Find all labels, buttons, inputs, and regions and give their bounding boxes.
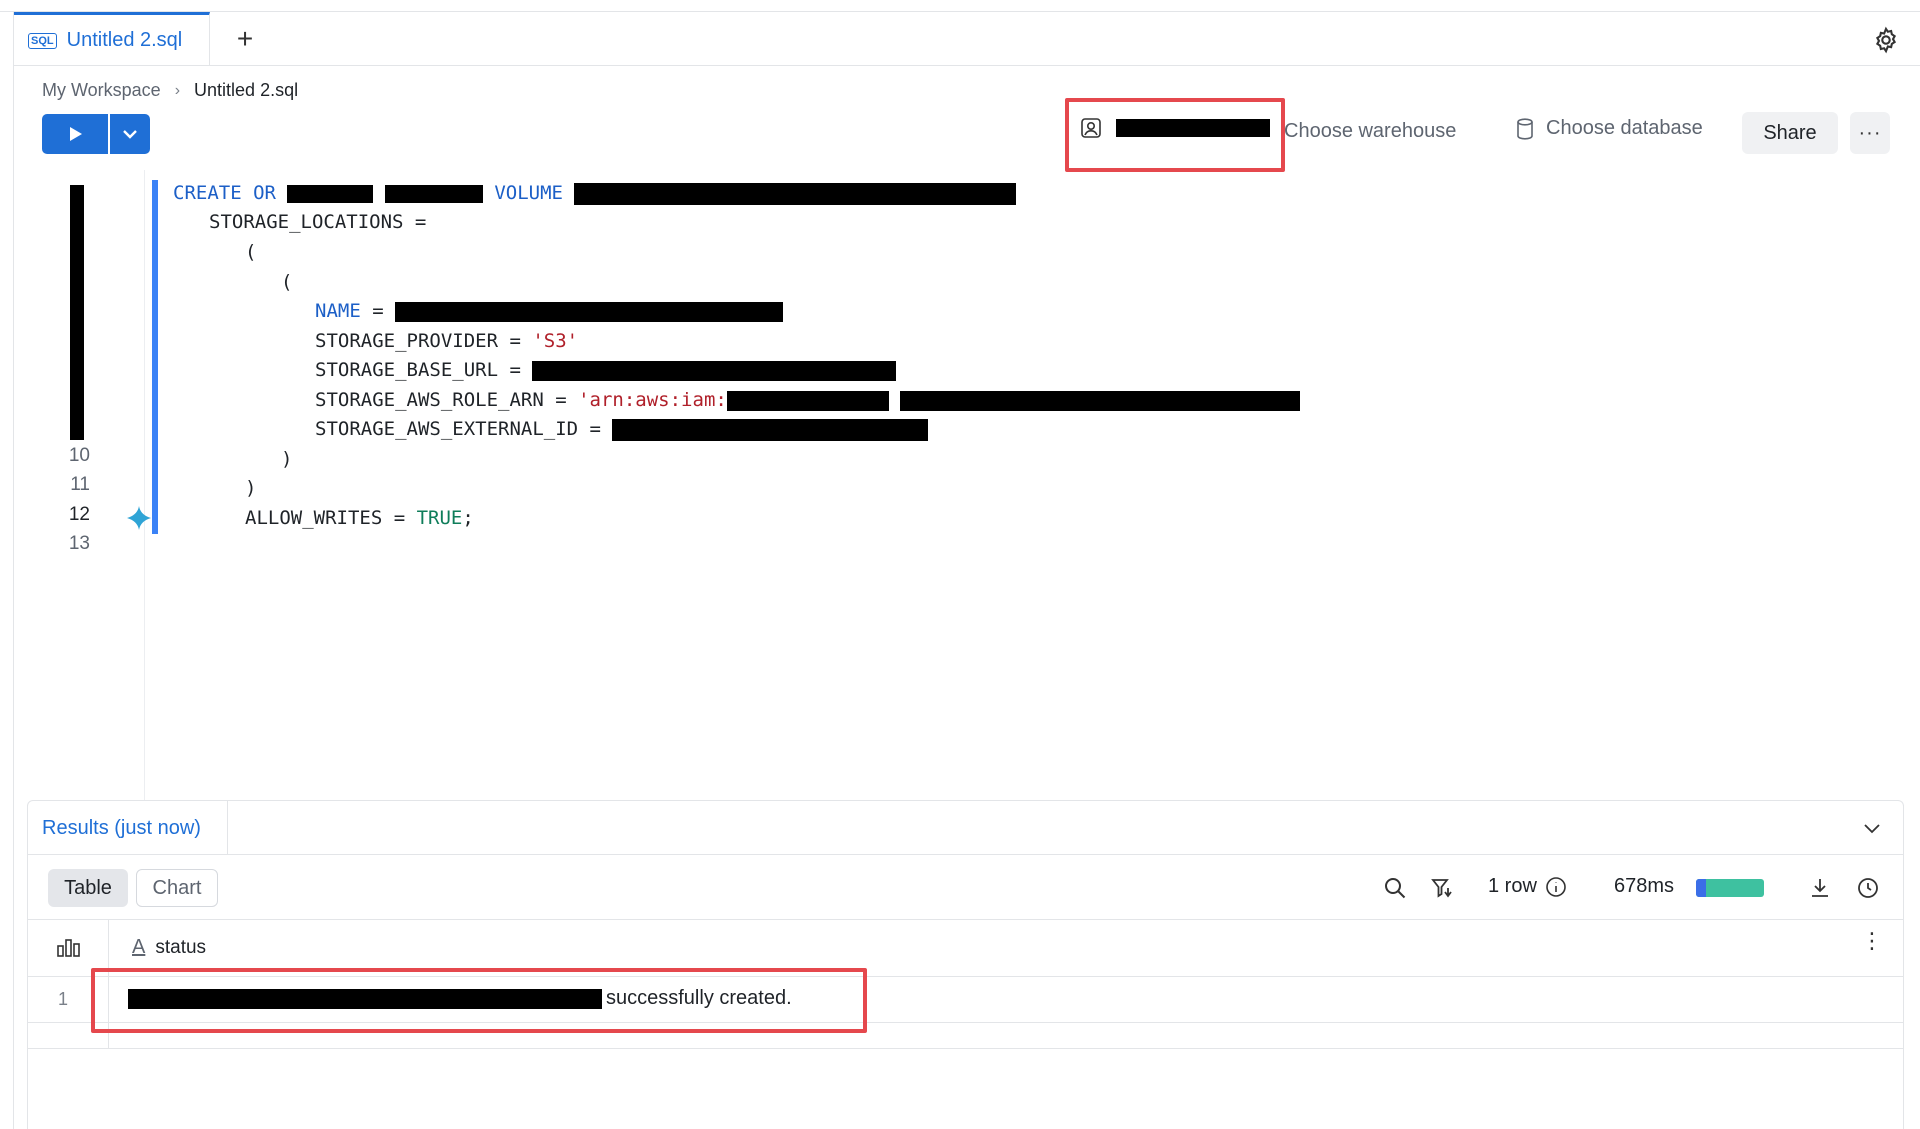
row-count: 1 row [1488,875,1567,898]
code-line-6: STORAGE_PROVIDER = 'S3' [315,330,579,352]
redacted-token [287,184,374,203]
line-number: 12 [68,504,90,525]
run-button[interactable] [42,114,108,154]
database-selector[interactable]: Choose database [1516,117,1703,140]
code-line-1: CREATE OR VOLUME [173,179,1017,208]
database-icon [1517,117,1533,140]
ai-sparkle-icon[interactable] [126,505,152,531]
column-stats-icon[interactable] [56,936,82,960]
code-line-4: ( [281,271,293,293]
tab-bar: SQL Untitled 2.sql + [14,12,1920,66]
breadcrumb: My Workspace › Untitled 2.sql [42,80,298,101]
code-line-7: STORAGE_BASE_URL = [315,356,897,385]
keyword: OR [253,182,276,204]
sql-file-icon: SQL [28,32,57,49]
highlight-role-box [1065,98,1285,172]
database-label: Choose database [1546,117,1703,139]
results-toolbar: Table Chart 1 row 678ms [28,855,1903,920]
play-icon [70,127,82,141]
tab-untitled-2-sql[interactable]: SQL Untitled 2.sql [14,12,210,66]
breadcrumb-file: Untitled 2.sql [194,80,299,100]
column-menu-icon[interactable]: ⋮ [1861,930,1883,952]
view-table-button[interactable]: Table [48,869,128,907]
redacted-token [384,184,483,203]
query-duration: 678ms [1614,875,1675,897]
highlight-result-box [91,968,867,1033]
code-line-8: STORAGE_AWS_ROLE_ARN = 'arn:aws:iam: [315,386,1301,415]
view-chart-button[interactable]: Chart [136,869,218,907]
code-line-3: ( [245,241,257,263]
gutter-divider [144,170,145,800]
search-icon[interactable] [1383,876,1407,900]
chevron-down-icon [123,130,137,139]
warehouse-selector[interactable]: Choose warehouse [1284,120,1456,143]
code-line-9: STORAGE_AWS_EXTERNAL_ID = [315,415,929,444]
run-options-button[interactable] [110,114,150,154]
redacted-token [574,182,1017,205]
keyword: CREATE [173,182,242,204]
string-literal: 'arn:aws:iam: [578,389,727,411]
results-panel: Results (just now) Table Chart 1 row 678… [27,800,1904,1129]
code-line-12: ALLOW_WRITES = TRUE; [245,507,474,529]
new-tab-button[interactable]: + [228,22,262,56]
code-line-11: ) [245,477,257,499]
selection-marker [152,180,158,534]
window-top-edge [0,0,1920,12]
breadcrumb-workspace[interactable]: My Workspace [42,80,161,101]
redacted-token [900,390,1301,411]
tab-results[interactable]: Results (just now) [28,801,228,855]
filter-icon[interactable] [1430,876,1454,900]
redacted-line-numbers [70,185,84,440]
string-literal: 'S3' [532,330,579,352]
redacted-token [726,390,889,411]
tab-label: Untitled 2.sql [66,29,183,51]
line-number: 11 [70,474,90,495]
more-options-button[interactable]: ··· [1850,112,1890,154]
keyword: VOLUME [494,182,563,204]
download-icon[interactable] [1808,876,1832,900]
code-line-2: STORAGE_LOCATIONS = [209,211,427,233]
left-edge [0,12,14,1129]
row-number: 1 [58,989,69,1009]
chevron-down-icon[interactable] [1861,817,1883,839]
gear-icon[interactable] [1872,26,1900,54]
line-number: 13 [68,533,90,554]
history-icon[interactable] [1856,876,1880,900]
share-button[interactable]: Share [1742,112,1838,154]
redacted-token [532,360,897,381]
redacted-token [612,418,929,441]
duration-bar [1696,879,1764,897]
code-line-5: NAME = [315,297,784,326]
results-tabs: Results (just now) [28,801,1903,855]
keyword: NAME [315,300,361,322]
sql-editor[interactable] [14,170,1920,800]
redacted-token [395,301,784,322]
boolean-literal: TRUE [416,507,463,529]
code-line-10: ) [281,448,293,470]
text-type-icon: A [132,936,146,958]
chevron-right-icon: › [174,81,181,99]
line-number: 10 [68,445,90,466]
column-header-status[interactable]: A status [132,936,206,959]
info-icon[interactable] [1545,876,1567,898]
